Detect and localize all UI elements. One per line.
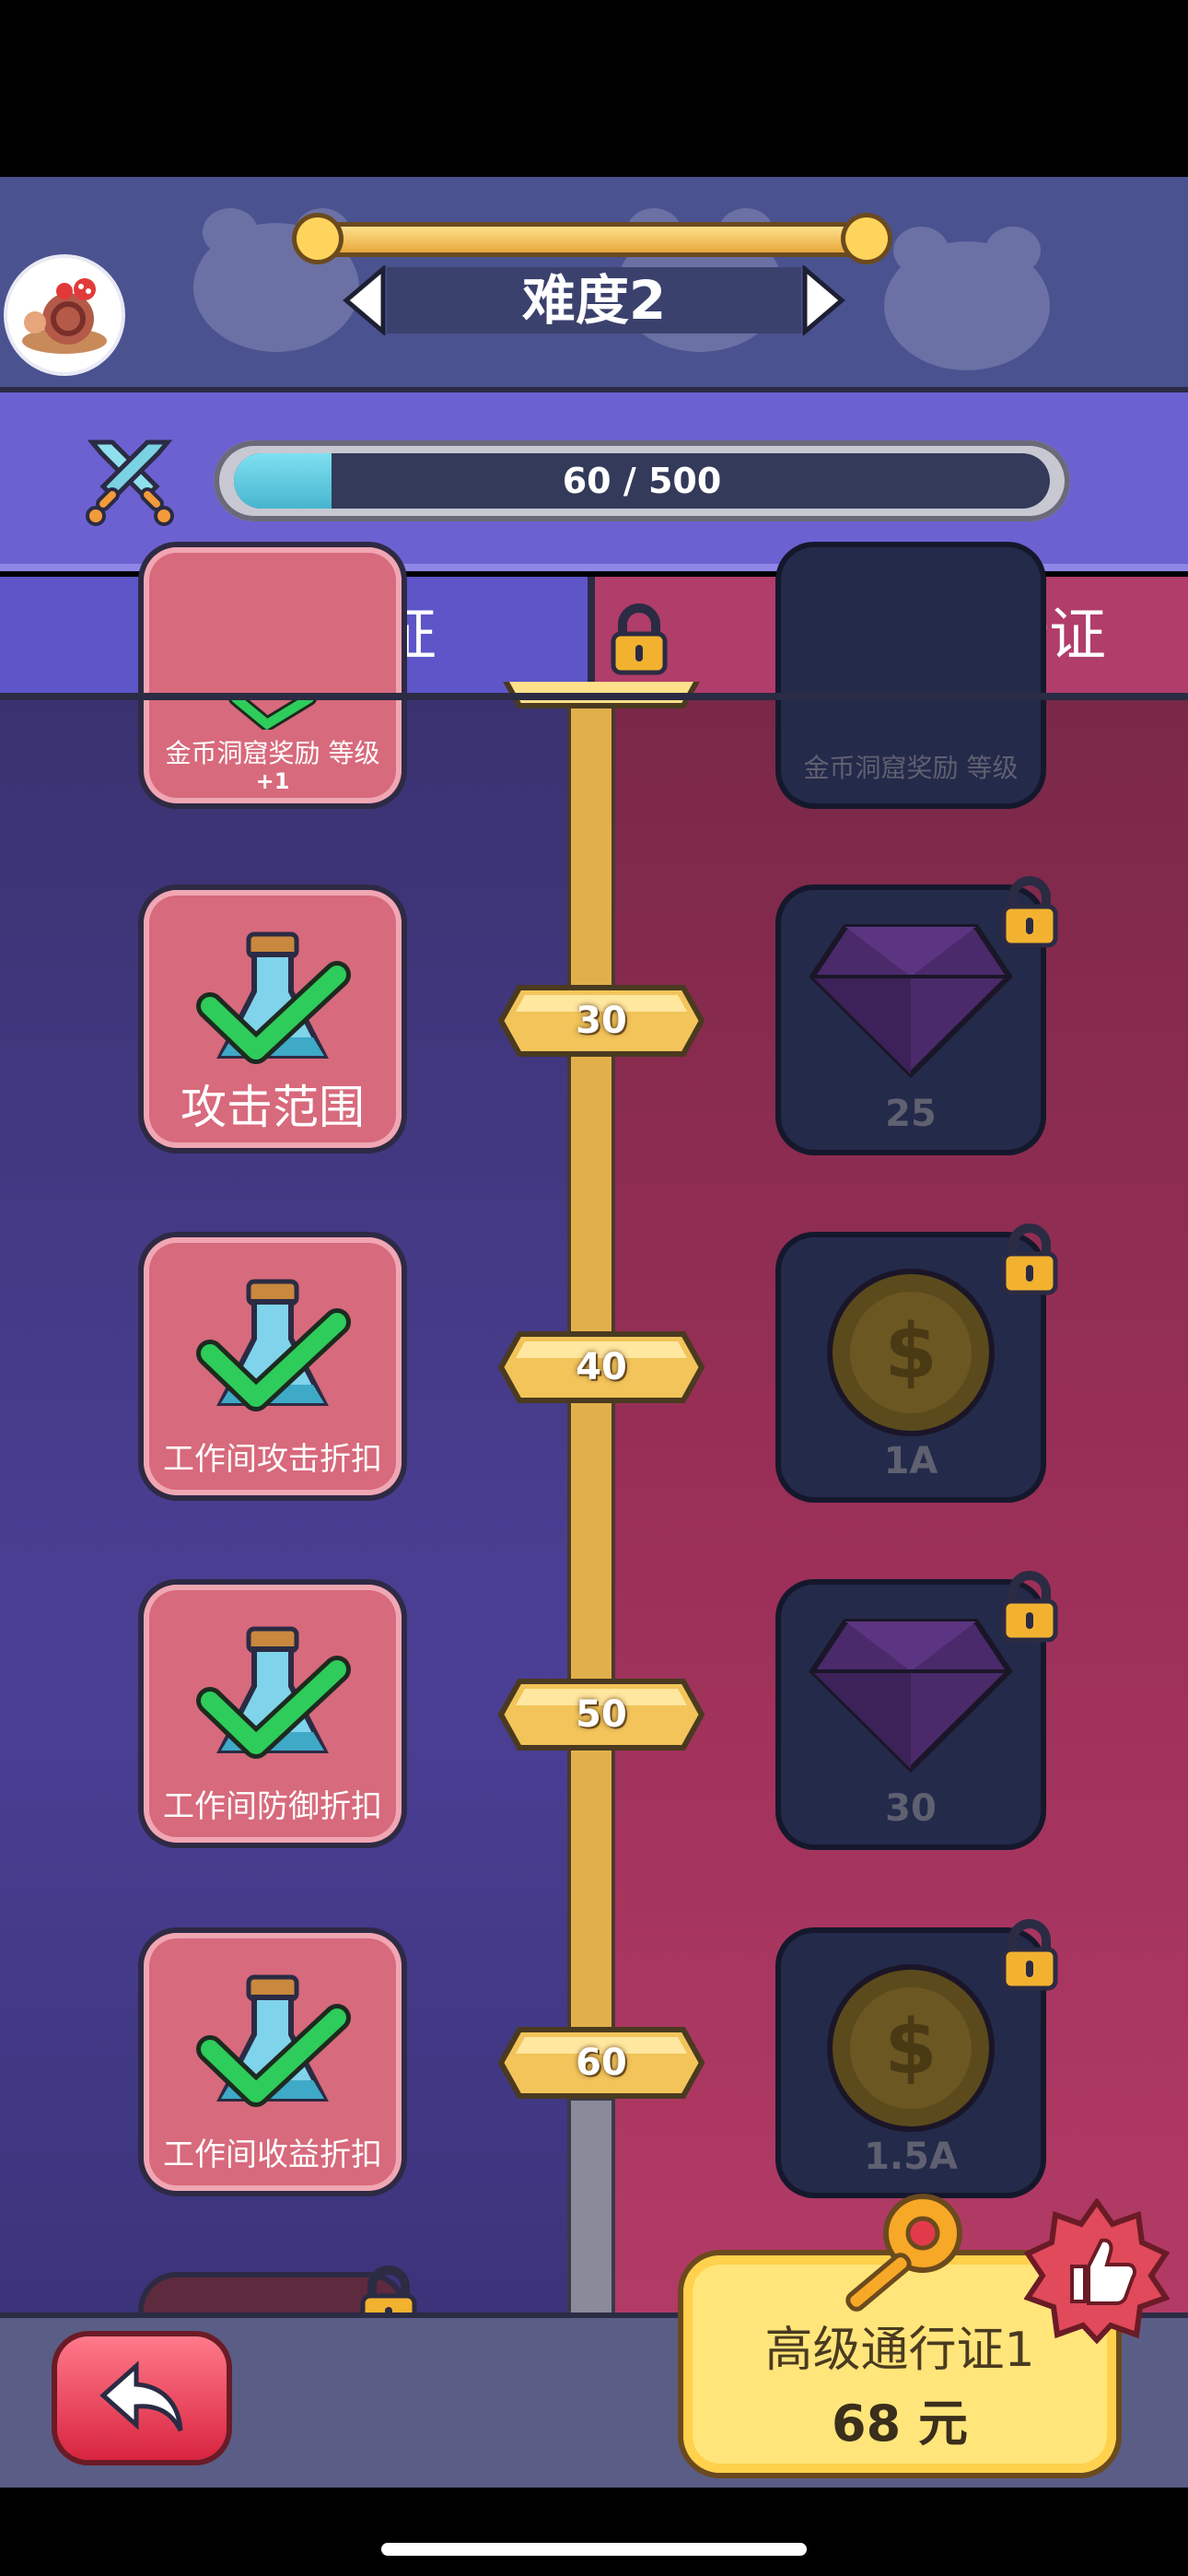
buy-price: 68 元 [832, 2395, 968, 2453]
gem-icon [809, 924, 1013, 1078]
level-number: 50 [576, 1693, 627, 1736]
level-badge: 60 [497, 2026, 705, 2100]
free-reward-label: 金币洞窟奖励 等级 [165, 738, 380, 768]
tab-bottom-border [0, 693, 1188, 700]
level-number: 30 [576, 1000, 627, 1042]
premium-reward-card[interactable]: 金币洞窟奖励 等级 [781, 547, 1041, 803]
player-avatar[interactable] [7, 258, 122, 372]
back-arrow-icon [99, 2360, 183, 2432]
coin-icon: $ [827, 1269, 995, 1436]
difficulty-slider-track[interactable] [313, 227, 875, 252]
tab-divider [588, 577, 595, 693]
premium-reward-label: 金币洞窟奖励 等级 [803, 753, 1019, 783]
free-reward-card[interactable]: 工作间收益折扣 [144, 1933, 402, 2191]
battle-pass-screen: 难度2 60 / 500 免费通行证 高级通行证 金币洞窟 [0, 0, 1188, 2576]
gem-icon [809, 1619, 1013, 1773]
premium-reward-value: 1A [883, 1440, 938, 1482]
level-track-locked [571, 2101, 611, 2313]
free-reward-label: 工作间防御折扣 [163, 1788, 382, 1825]
difficulty-slider-knob-right[interactable] [845, 217, 888, 260]
home-indicator[interactable] [381, 2543, 807, 2556]
potion-check-icon [196, 1279, 351, 1411]
back-button[interactable] [57, 2336, 227, 2460]
lock-icon [1001, 1571, 1058, 1643]
svg-text:$: $ [884, 2004, 937, 2091]
progress-text: 60 / 500 [562, 461, 722, 501]
lock-icon [611, 603, 668, 675]
level-badge: 30 [497, 984, 705, 1058]
potion-check-icon [196, 1974, 351, 2107]
potion-check-icon [196, 1626, 351, 1759]
lock-icon [1001, 1224, 1058, 1295]
premium-reward-value: 25 [885, 1093, 937, 1135]
level-badge: 50 [497, 1678, 705, 1751]
premium-reward-value: 30 [885, 1787, 937, 1830]
free-reward-label: 工作间攻击折扣 [163, 1441, 382, 1478]
free-reward-card[interactable]: 工作间防御折扣 [144, 1585, 402, 1843]
lock-icon [1001, 1919, 1058, 1991]
svg-text:$: $ [884, 1308, 937, 1396]
crossed-swords-icon [86, 439, 174, 526]
free-reward-label: 攻击范围 [181, 1081, 365, 1134]
premium-reward-value: 1.5A [864, 2136, 958, 2178]
thumbs-up-icon[interactable] [1024, 2198, 1170, 2344]
coin-icon: $ [827, 1964, 995, 2132]
free-reward-card[interactable]: 金币洞窟奖励 等级 +1 [144, 547, 402, 803]
level-number: 40 [576, 1346, 627, 1388]
level-number: 60 [576, 2042, 627, 2084]
free-reward-label: 工作间收益折扣 [163, 2137, 382, 2173]
difficulty-slider-knob-left[interactable] [297, 217, 339, 260]
free-reward-card[interactable]: 攻击范围 [144, 890, 402, 1148]
free-reward-sublabel: +1 [255, 768, 290, 794]
level-badge: 40 [497, 1330, 705, 1404]
snail-icon [22, 278, 107, 354]
arrow-right-icon[interactable] [801, 265, 845, 335]
potion-check-icon [196, 931, 351, 1064]
free-reward-card[interactable]: 工作间攻击折扣 [144, 1237, 402, 1495]
lock-icon [1001, 876, 1058, 948]
key-icon [845, 2194, 962, 2312]
arrow-left-icon[interactable] [343, 265, 387, 335]
difficulty-label: 难度2 [387, 267, 801, 334]
